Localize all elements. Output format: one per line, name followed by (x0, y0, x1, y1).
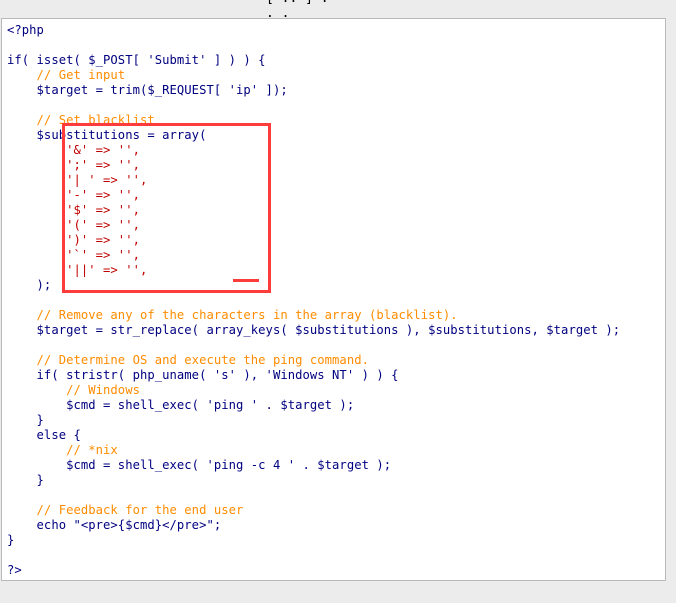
code-line-31: } (7, 473, 44, 487)
code-line-28: else { (7, 428, 81, 442)
code-line-30: $cmd = shell_exec( 'ping -c 4 ' . $targe… (7, 458, 392, 472)
code-line-21: $target = str_replace( array_keys( $subs… (7, 323, 621, 337)
code-line-5: $target = trim($_REQUEST[ 'ip' ]); (7, 83, 288, 97)
code-block: <?php if( isset( $_POST[ 'Submit' ] ) ) … (2, 19, 665, 580)
code-line-23: // Determine OS and execute the ping com… (7, 353, 369, 367)
code-line-25: // Windows (7, 383, 140, 397)
code-line-24: if( stristr( php_uname( 's' ), 'Windows … (7, 368, 399, 382)
code-line-37: ?> (7, 563, 22, 577)
code-line-1: <?php (7, 23, 44, 37)
code-line-35: } (7, 533, 15, 547)
code-line-27: } (7, 413, 44, 427)
code-line-29: // *nix (7, 443, 118, 457)
code-line-26: $cmd = shell_exec( 'ping ' . $target ); (7, 398, 355, 412)
code-line-20: // Remove any of the characters in the a… (7, 308, 458, 322)
code-line-34: echo "<pre>{$cmd}</pre>"; (7, 518, 222, 532)
code-panel: <?php if( isset( $_POST[ 'Submit' ] ) ) … (1, 18, 666, 581)
code-line-4: // Get input (7, 68, 126, 82)
code-line-33: // Feedback for the end user (7, 503, 244, 517)
code-line-18: ); (7, 278, 52, 292)
annotation-mark (233, 279, 259, 282)
code-line-3: if( isset( $_POST[ 'Submit' ] ) ) { (7, 53, 266, 67)
top-fragment: [ .. ] . . . (266, 0, 329, 21)
highlight-box (62, 123, 271, 293)
